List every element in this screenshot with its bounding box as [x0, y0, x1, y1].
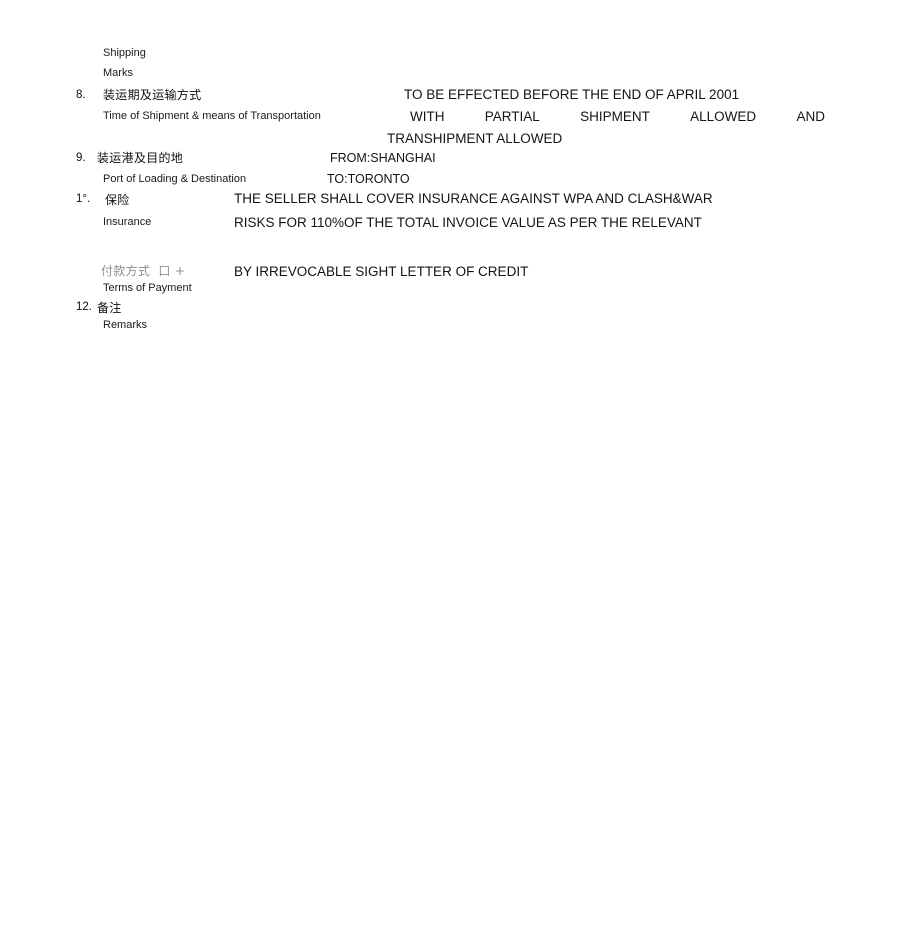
item-11-label-cn: 付款方式 口 +: [101, 264, 186, 278]
item-12-label-en: Remarks: [103, 319, 148, 331]
item-8-value-justified-line: WITH PARTIAL SHIPMENT ALLOWED AND: [410, 110, 825, 124]
item-11-label-en: Terms of Payment: [103, 282, 192, 294]
document-page: Shipping Marks 8. 装运期及运输方式 Time of Shipm…: [0, 0, 920, 949]
item-10-label-cn: 保险: [105, 193, 130, 207]
item-8-word-shipment: SHIPMENT: [580, 109, 650, 124]
item-8-word-allowed: ALLOWED: [690, 109, 757, 124]
item-9-value-from: FROM:SHANGHAI: [330, 151, 436, 165]
item-10-value-line-2: RISKS FOR 110%OF THE TOTAL INVOICE VALUE…: [234, 215, 702, 230]
item-11-value-line-1: BY IRREVOCABLE SIGHT LETTER OF CREDIT: [234, 264, 529, 279]
item-9-value-to: TO:TORONTO: [327, 172, 410, 186]
item-8-value-line-1: TO BE EFFECTED BEFORE THE END OF APRIL 2…: [404, 87, 740, 102]
item-8-value-line-2: TRANSHIPMENT ALLOWED: [387, 131, 563, 146]
item-8-number: 8.: [76, 89, 86, 101]
item-8-label-en: Time of Shipment & means of Transportati…: [103, 110, 321, 122]
item-8-word-partial: PARTIAL: [484, 109, 540, 124]
item-12-number: 12.: [76, 301, 92, 313]
item-10-label-en: Insurance: [103, 216, 152, 228]
item-8-word-and: AND: [796, 109, 825, 124]
blank-page-area: [0, 340, 920, 949]
item-8-word-with: WITH: [410, 109, 445, 124]
item-9-label-en: Port of Loading & Destination: [103, 173, 247, 185]
item-10-number: 1°.: [76, 193, 91, 205]
item-12-label-cn: 备注: [97, 301, 122, 315]
shipping-marks-line-1: Shipping: [103, 47, 146, 59]
item-8-label-cn: 装运期及运输方式: [103, 88, 202, 102]
shipping-marks-line-2: Marks: [103, 67, 133, 79]
item-9-number: 9.: [76, 152, 86, 164]
item-9-label-cn: 装运港及目的地: [97, 151, 184, 165]
item-10-value-line-1: THE SELLER SHALL COVER INSURANCE AGAINST…: [234, 191, 713, 206]
